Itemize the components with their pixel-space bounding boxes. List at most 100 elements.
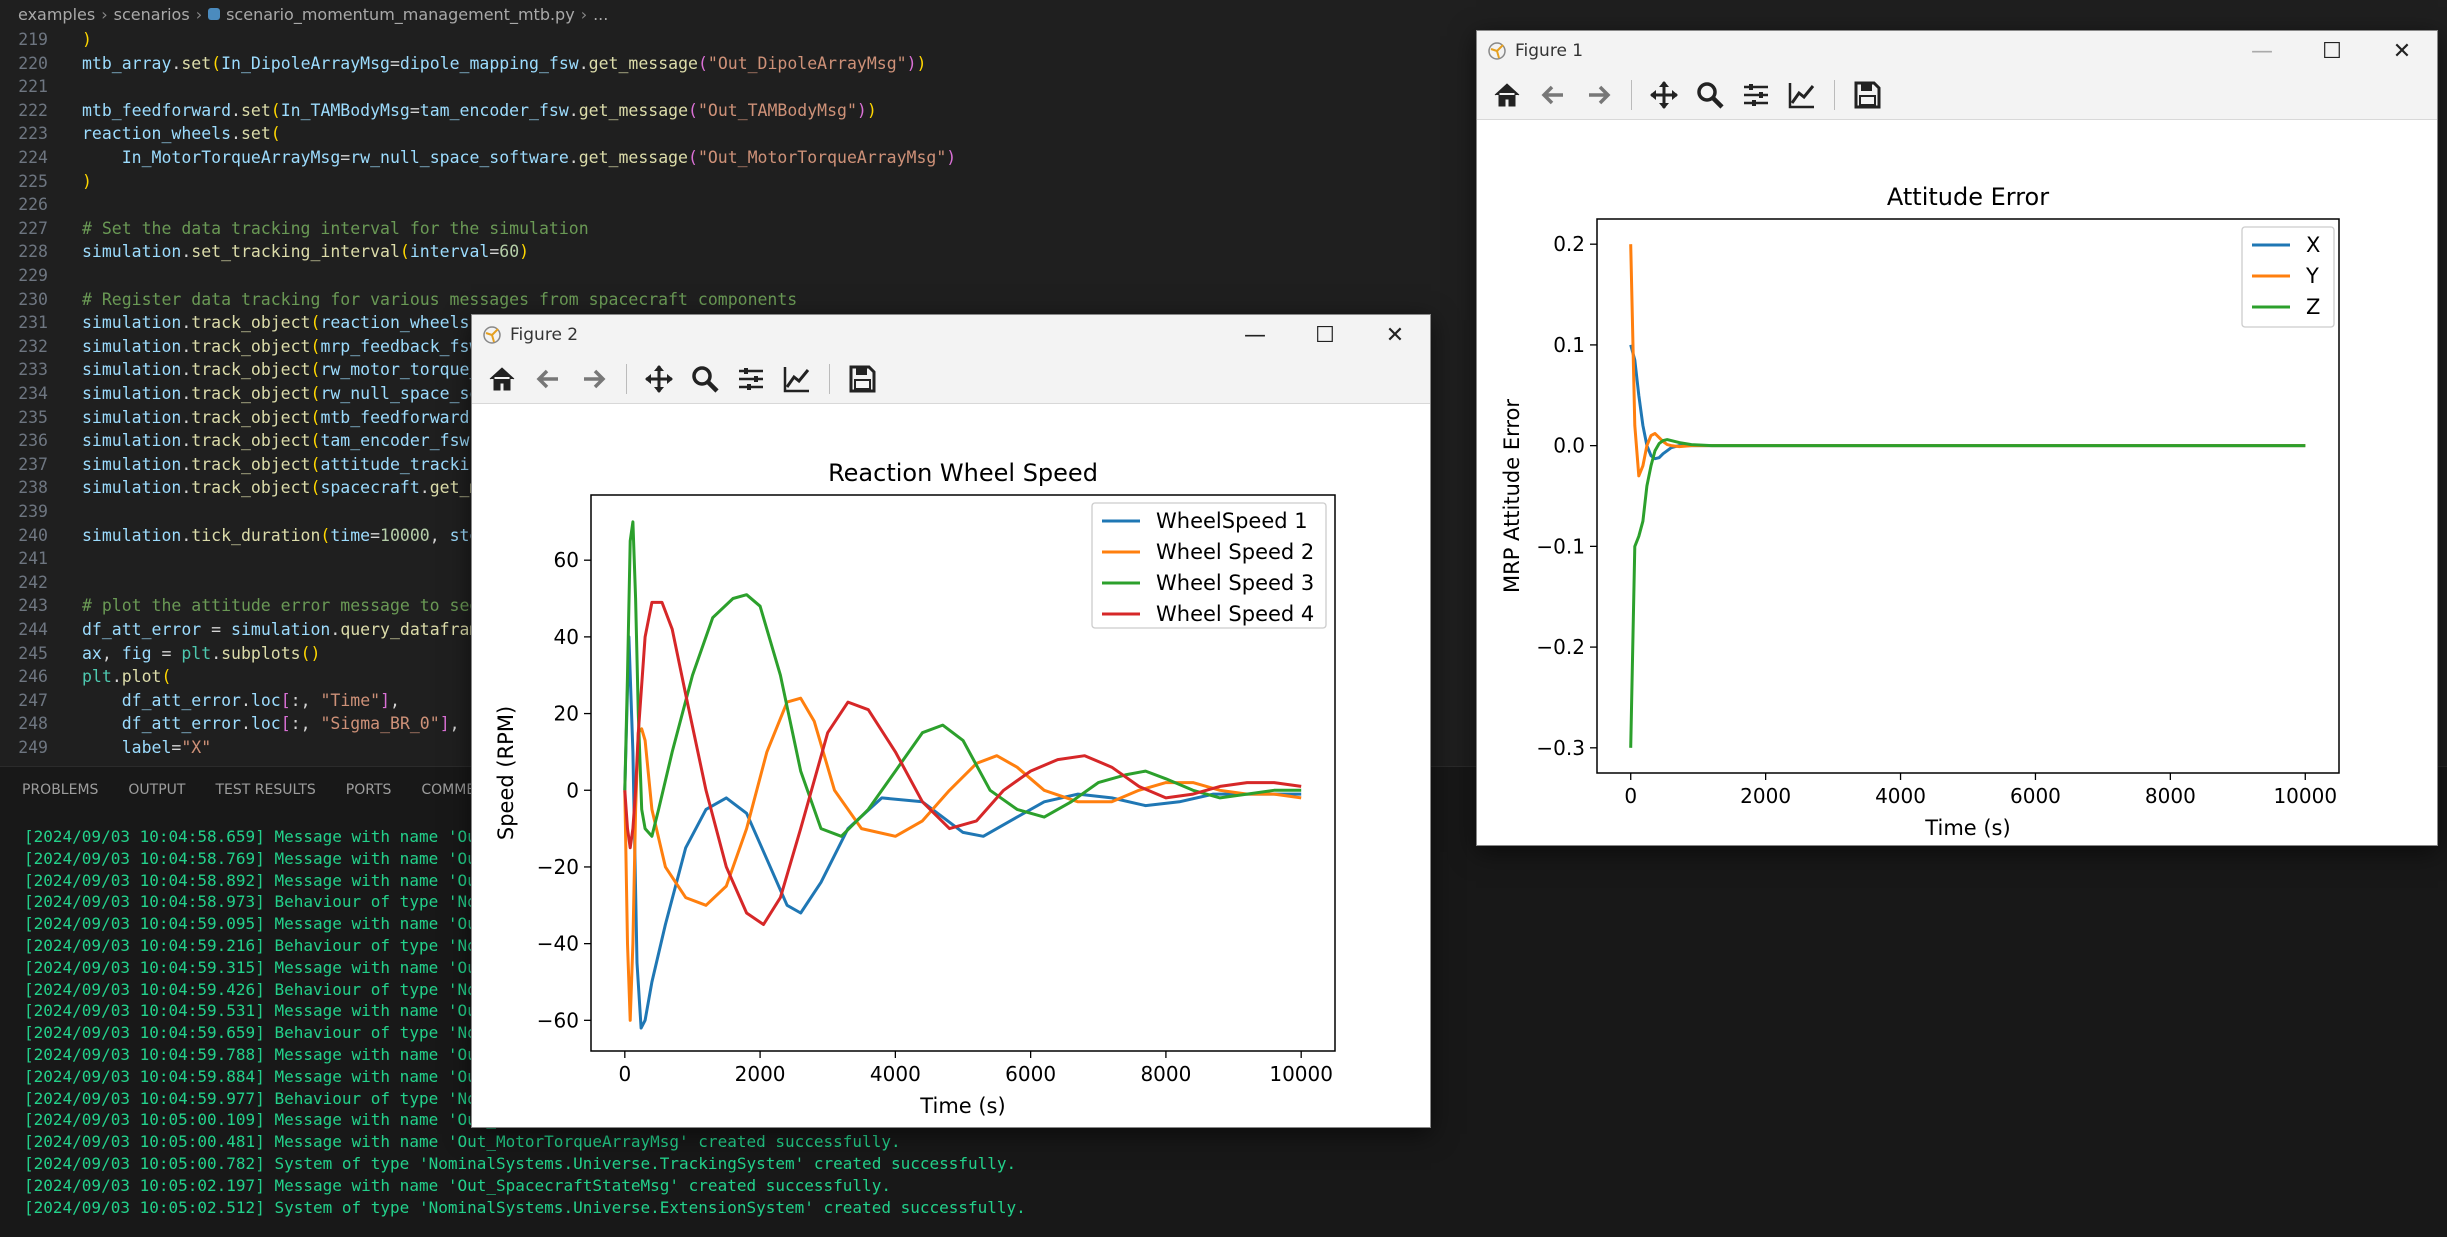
code-token: set [240,100,271,120]
code-token: = [201,620,232,639]
code-token: ] [439,714,450,734]
log-line: [2024/09/03 10:04:59.788] Message with n… [24,1045,506,1064]
line-number: 238 [18,478,48,498]
code-token: ax [82,643,102,663]
maximize-button[interactable]: ☐ [1290,315,1360,355]
breadcrumb-item-scenarios[interactable]: scenarios [114,5,190,24]
minimize-button[interactable]: — [1220,315,1290,355]
code-token: . [171,53,182,73]
code-token: ) [82,30,92,49]
breadcrumb-item-more[interactable]: ... [593,5,608,24]
code-token: ( [270,100,281,120]
y-tick-label: −60 [537,1008,579,1032]
code-token: . [181,242,192,262]
minimize-button[interactable]: — [2227,31,2297,71]
x-tick-label: 8000 [2145,784,2196,808]
code-token: plot [121,667,162,687]
code-token: # plot the attitude error message to see [82,596,480,616]
back-arrow-button[interactable] [530,361,566,397]
close-button[interactable]: ✕ [2367,31,2437,71]
line-number: 230 [18,289,48,309]
log-line: [2024/09/03 10:04:58.892] Message with n… [24,870,506,890]
line-number: 243 [18,596,48,616]
figure-2-titlebar[interactable]: Figure 2 — ☐ ✕ [472,315,1430,355]
save-button[interactable] [844,361,880,397]
plot-frame [1596,218,2340,774]
code-token: In_MotorTorqueArrayMsg [121,148,341,167]
log-line: [2024/09/03 10:05:00.109] Message with n… [24,1110,506,1130]
forward-arrow-button[interactable] [576,361,612,397]
y-tick-label: −0.2 [1536,635,1585,659]
code-token: track_object [191,384,311,403]
code-token: ) [856,100,867,120]
save-icon [1854,81,1881,109]
tab-ports[interactable]: PORTS [346,782,392,798]
pan-icon [1650,81,1678,109]
save-button[interactable] [1849,77,1885,113]
log-line: [2024/09/03 10:05:00.481] Message with n… [24,1132,901,1152]
save-icon [849,365,876,393]
code-token: track_object [191,313,311,333]
code-token: # Register data tracking for various mes… [82,289,798,309]
code-token: "Out_DipoleArrayMsg" [707,53,907,73]
forward-arrow-button[interactable] [1581,77,1617,113]
code-token: . [330,620,341,639]
y-tick-label: 0.2 [1553,232,1585,256]
x-tick-label: 4000 [870,1062,921,1086]
configure-subplots-button[interactable] [1738,77,1774,113]
forward-arrow-icon [584,369,606,389]
code-token: . [181,454,192,474]
line-number: 234 [18,384,48,403]
edit-axis-button[interactable] [779,361,815,397]
configure-subplots-icon [1744,84,1768,106]
edit-axis-button[interactable] [1784,77,1820,113]
home-button[interactable] [484,361,520,397]
figure-1-titlebar[interactable]: Figure 1 — ☐ ✕ [1477,31,2437,71]
tab-problems[interactable]: PROBLEMS [22,782,98,798]
code-token: attitude_tracking [320,454,490,474]
line-number: 231 [18,313,48,333]
close-button[interactable]: ✕ [1360,315,1430,355]
code-token: ) [946,148,957,167]
code-token: ) [519,242,530,262]
line-number: 248 [18,714,48,734]
code-token: track_object [191,336,311,356]
x-tick-label: 0 [1624,784,1637,808]
code-token: :, [290,690,321,710]
code-token: subplots [221,643,301,663]
breadcrumb-item-examples[interactable]: examples [18,5,95,24]
code-token: track_object [191,360,311,380]
code-token: rw_null_space_so [320,384,480,403]
home-button[interactable] [1489,77,1525,113]
code-token: . [568,100,579,120]
line-number: 232 [18,336,48,356]
breadcrumb-item-file[interactable]: scenario_momentum_management_mtb.py [226,5,575,24]
configure-subplots-button[interactable] [733,361,769,397]
back-arrow-button[interactable] [1535,77,1571,113]
maximize-button[interactable]: ☐ [2297,31,2367,71]
code-token: = [370,525,381,545]
pan-button[interactable] [1646,77,1682,113]
pan-button[interactable] [641,361,677,397]
tab-output[interactable]: OUTPUT [128,782,185,798]
zoom-button[interactable] [687,361,723,397]
forward-arrow-icon [1589,85,1611,105]
code-token: ( [688,100,698,120]
code-token: . [578,53,589,73]
line-number: 239 [18,502,48,521]
chart-title: Attitude Error [1887,183,2049,211]
series-line-4 [623,600,1302,926]
edit-axis-icon [1788,83,1815,109]
code-token: fig [121,643,152,663]
code-token: track_object [191,454,311,474]
tab-test-results[interactable]: TEST RESULTS [215,782,315,798]
log-line: [2024/09/03 10:04:59.426] Behaviour of t… [24,979,506,999]
zoom-button[interactable] [1692,77,1728,113]
x-tick-label: 2000 [735,1062,786,1086]
code-token: ( [310,384,321,403]
code-token: 60 [499,242,520,262]
figure-1-title: Figure 1 [1515,41,1584,61]
code-token: . [181,360,192,380]
code-token: () [300,643,321,663]
